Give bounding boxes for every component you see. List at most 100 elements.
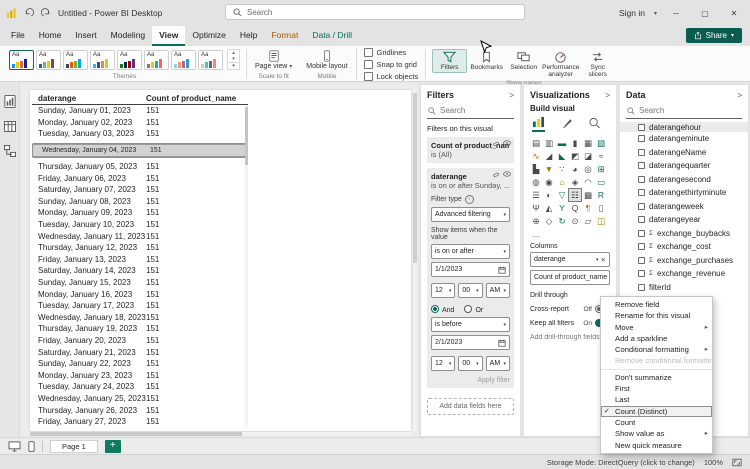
table-row[interactable]: Thursday, January 19, 2023151 — [32, 323, 248, 335]
decomposition-tree-icon[interactable]: Y — [556, 202, 568, 214]
table-row[interactable]: Friday, January 06, 2023151 — [32, 172, 248, 184]
format-visual-tab[interactable] — [560, 117, 573, 131]
performance-analyzer-button[interactable]: Performance analyzer — [543, 49, 578, 80]
share-button[interactable]: Share ▾ — [686, 28, 742, 43]
new-slicer-icon[interactable]: ◫ — [595, 215, 607, 227]
stacked-area-chart-icon[interactable]: ◣ — [556, 150, 568, 162]
page-tab[interactable]: Page 1 — [50, 440, 98, 453]
table-row[interactable]: Saturday, January 14, 2023151 — [32, 265, 248, 277]
field-pill-daterange[interactable]: daterange ▾✕ — [530, 252, 610, 267]
ribbon-tab-insert[interactable]: Insert — [68, 26, 103, 46]
apply-filter-button[interactable]: Apply filter — [431, 377, 510, 384]
clear-filter-icon[interactable] — [493, 140, 500, 147]
table-row[interactable]: Friday, January 13, 2023151 — [32, 254, 248, 266]
maximize-button[interactable]: ▢ — [695, 9, 715, 18]
add-data-fields-dropzone[interactable]: Add data fields here — [427, 398, 514, 415]
slicer-icon[interactable]: ▽ — [556, 189, 568, 201]
minimize-button[interactable]: ─ — [666, 9, 686, 18]
azure-map-icon[interactable]: ◈ — [569, 176, 581, 188]
storage-mode-status[interactable]: Storage Mode: DirectQuery (click to chan… — [547, 458, 695, 467]
table-row[interactable]: Sunday, January 08, 2023151 — [32, 196, 248, 208]
table-row[interactable]: Monday, January 02, 2023151 — [32, 117, 248, 129]
field-checkbox[interactable] — [638, 162, 645, 169]
condition-1-select[interactable]: is on or after▾ — [431, 244, 510, 259]
field-checkbox[interactable] — [638, 284, 645, 291]
report-page[interactable]: daterange Count of product_name Sunday, … — [30, 90, 411, 431]
filter-type-select[interactable]: Advanced filtering▾ — [431, 207, 510, 222]
model-view-icon[interactable] — [4, 145, 16, 157]
clear-filter-icon[interactable] — [493, 171, 500, 178]
column-header[interactable]: daterange — [32, 94, 146, 103]
filter-card-daterange[interactable]: daterange is on or after Sunday, ... Fil… — [427, 168, 514, 388]
table-row[interactable]: Tuesday, January 03, 2023151 — [32, 128, 248, 140]
table-row[interactable]: Saturday, January 21, 2023151 — [32, 346, 248, 358]
table-row[interactable]: Wednesday, January 04, 2023151 — [32, 143, 248, 158]
chevron-down-icon[interactable]: ▾ — [596, 257, 599, 263]
global-search-input[interactable]: Search — [225, 4, 525, 20]
table-row[interactable]: Sunday, January 15, 2023151 — [32, 277, 248, 289]
condition-2-select[interactable]: is before▾ — [431, 317, 510, 332]
eye-icon[interactable] — [503, 171, 511, 178]
field-checkbox[interactable] — [638, 203, 645, 210]
filter-card-count-of-product-name[interactable]: Count of product_name is (All) — [427, 137, 514, 163]
table-row[interactable]: Thursday, January 12, 2023151 — [32, 242, 248, 254]
menu-item-show-value-as[interactable]: Show value as▸ — [601, 428, 712, 439]
ribbon-tab-view[interactable]: View — [152, 26, 185, 46]
hour-select[interactable]: 12▾ — [431, 283, 455, 298]
line-chart-icon[interactable]: ∿ — [530, 150, 542, 162]
ribbon-tab-file[interactable]: File — [4, 26, 32, 46]
ribbon-tab-modeling[interactable]: Modeling — [104, 26, 153, 46]
table-row[interactable]: Thursday, January 05, 2023151 — [32, 161, 248, 173]
metrics-icon[interactable]: ⊙ — [569, 215, 581, 227]
ribbon-tab-data-drill[interactable]: Data / Drill — [305, 26, 359, 46]
python-visual-icon[interactable]: Ψ — [530, 202, 542, 214]
field-row-exchange-revenue[interactable]: Σexchange_revenue — [626, 267, 742, 281]
build-visual-tab[interactable] — [532, 116, 545, 132]
table-row[interactable]: Monday, January 16, 2023151 — [32, 288, 248, 300]
menu-item-conditional-formatting[interactable]: Conditional formatting▸ — [601, 344, 712, 355]
field-checkbox[interactable] — [638, 189, 645, 196]
menu-item-count-distinct[interactable]: Count (Distinct)✓ — [601, 406, 712, 417]
eye-icon[interactable] — [503, 140, 511, 147]
checkbox-lock-objects[interactable]: Lock objects — [364, 72, 419, 81]
collapse-pane-icon[interactable]: > — [605, 91, 610, 100]
ribbon-tab-home[interactable]: Home — [32, 26, 69, 46]
stacked-bar-chart-icon[interactable]: ▤ — [530, 137, 542, 149]
map-icon[interactable]: ◍ — [530, 176, 542, 188]
gauge-icon[interactable]: ◠ — [582, 176, 594, 188]
table-row[interactable]: Tuesday, January 10, 2023151 — [32, 219, 248, 231]
filled-map-icon[interactable]: ◉ — [543, 176, 555, 188]
menu-item-don-t-summarize[interactable]: Don't summarize — [601, 372, 712, 383]
chevron-down-icon[interactable]: ▾ — [654, 10, 657, 17]
mobile-layout-button[interactable]: Mobile layout — [304, 49, 349, 71]
waterfall-chart-icon[interactable]: ▙ — [530, 163, 542, 175]
table-row[interactable]: Sunday, January 01, 2023151 — [32, 105, 248, 117]
ampm-select[interactable]: AM▾ — [486, 283, 510, 298]
checkbox-gridlines[interactable]: Gridlines — [364, 48, 419, 57]
multi-row-card-icon[interactable]: ☰ — [530, 189, 542, 201]
smart-narrative-icon[interactable]: ¶ — [582, 202, 594, 214]
get-more-visuals-icon[interactable]: … — [530, 228, 542, 240]
report-view-icon[interactable] — [4, 95, 16, 108]
table-row[interactable]: Saturday, January 28, 2023151 — [32, 427, 248, 429]
minute-select[interactable]: 00▾ — [458, 356, 482, 371]
analytics-tab[interactable] — [588, 117, 601, 131]
shape-map-icon[interactable]: ⌂ — [556, 176, 568, 188]
line-and-stacked-column-chart-icon[interactable]: ◩ — [569, 150, 581, 162]
field-pill-count-of-product-name[interactable]: Count of product_name ▾ — [530, 270, 610, 285]
chevron-down-icon[interactable]: ▾ — [609, 275, 610, 281]
theme-gallery-arrows[interactable]: ▴ ▾ ▾ — [227, 49, 240, 70]
theme-8[interactable]: Aa — [198, 50, 223, 70]
table-row[interactable]: Monday, January 23, 2023151 — [32, 369, 248, 381]
table-row[interactable]: Sunday, January 22, 2023151 — [32, 358, 248, 370]
field-row-filterid[interactable]: filterId — [626, 281, 742, 295]
field-row-exchange-buybacks[interactable]: Σexchange_buybacks — [626, 227, 742, 241]
desktop-view-icon[interactable] — [8, 441, 21, 452]
or-radio[interactable]: Or — [464, 305, 483, 314]
canvas-vertical-scrollbar[interactable] — [413, 90, 417, 431]
100-stacked-column-chart-icon[interactable]: ▧ — [595, 137, 607, 149]
theme-4[interactable]: Aa — [90, 50, 115, 70]
date-2-input[interactable]: 2/1/2023 — [431, 335, 510, 350]
field-checkbox[interactable] — [638, 230, 645, 237]
ribbon-chart-icon[interactable]: ≈ — [595, 150, 607, 162]
